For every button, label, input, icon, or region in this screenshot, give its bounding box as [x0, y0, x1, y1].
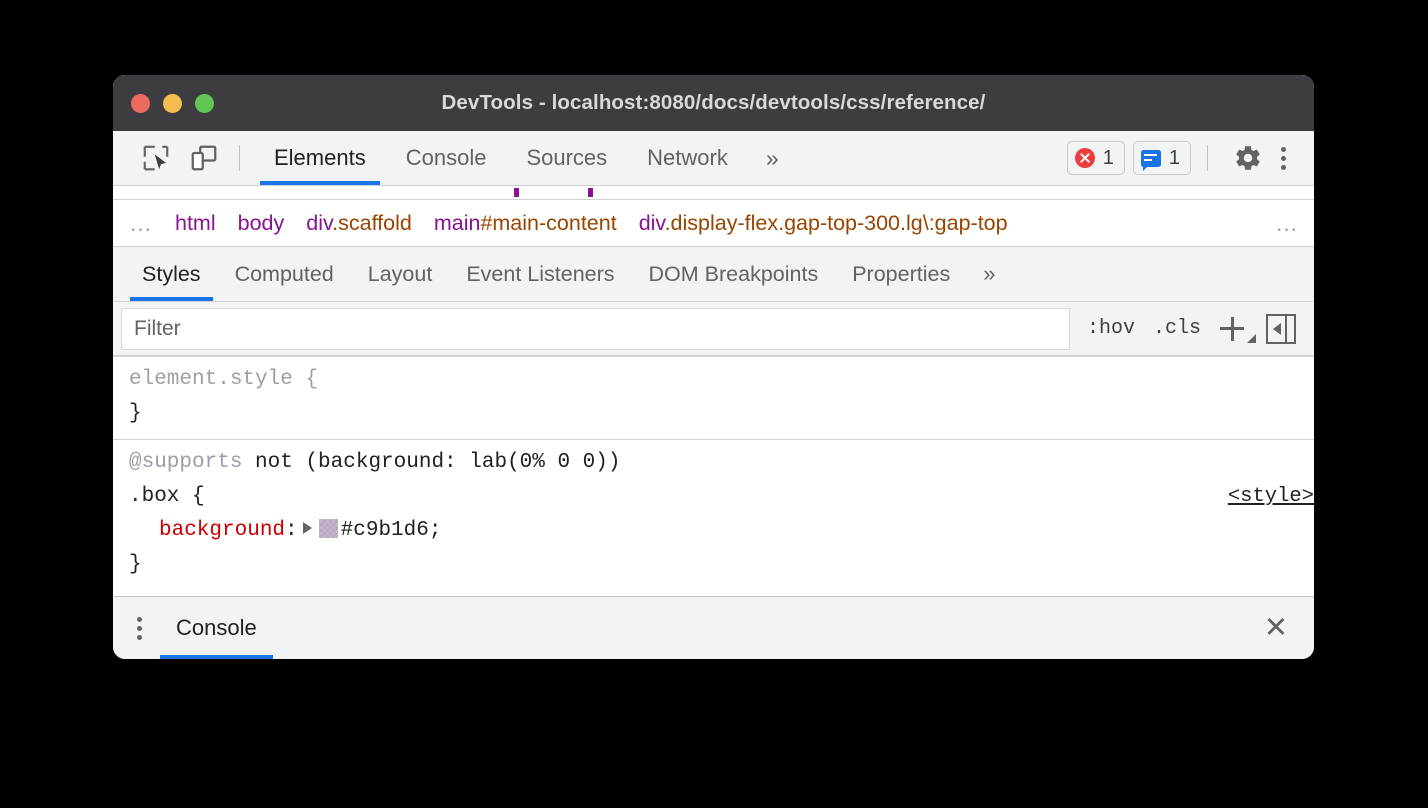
tab-console[interactable]: Console — [386, 131, 507, 185]
breadcrumb: … html body div.scaffold main#main-conte… — [113, 200, 1314, 247]
rule-closing-brace: } — [129, 397, 1314, 431]
zoom-window-button[interactable] — [195, 94, 214, 113]
toggle-class-button[interactable]: .cls — [1144, 311, 1210, 346]
declaration-property-name[interactable]: background — [159, 519, 285, 542]
css-rule-element-style[interactable]: element.style { } — [113, 356, 1314, 440]
tab-sources[interactable]: Sources — [506, 131, 627, 185]
tab-computed[interactable]: Computed — [218, 247, 351, 301]
error-count: 1 — [1103, 147, 1114, 170]
filter-input[interactable]: Filter — [121, 308, 1070, 350]
error-circle-icon — [1075, 148, 1095, 168]
at-supports-line: @supports not (background: lab(0% 0 0)) — [129, 446, 1314, 480]
toolbar-divider-2 — [1207, 145, 1208, 171]
close-window-button[interactable] — [131, 94, 150, 113]
toolbar-right-group: 1 1 — [1059, 139, 1314, 178]
breadcrumb-item-main-content[interactable]: main#main-content — [423, 211, 628, 236]
breadcrumb-overflow-right[interactable]: … — [1261, 210, 1314, 237]
tab-network[interactable]: Network — [627, 131, 748, 185]
styles-pane: element.style { } @supports not (backgro… — [113, 356, 1314, 584]
new-style-rule-button[interactable] — [1210, 313, 1260, 345]
rule-selector[interactable]: element.style { — [129, 363, 1314, 397]
rule-selector[interactable]: .box { — [129, 480, 1314, 514]
expand-value-triangle-icon[interactable] — [303, 522, 312, 534]
declaration-value[interactable]: #c9b1d6; — [341, 519, 442, 542]
screen-background: DevTools - localhost:8080/docs/devtools/… — [0, 0, 1428, 808]
dom-tree-clipped[interactable] — [113, 186, 1314, 200]
breadcrumb-overflow-left[interactable]: … — [113, 210, 164, 237]
breadcrumb-item-div-scaffold[interactable]: div.scaffold — [295, 211, 423, 236]
close-icon[interactable]: ✕ — [1238, 614, 1314, 643]
toggle-hover-state-button[interactable]: :hov — [1078, 311, 1144, 346]
inspect-cursor-icon[interactable] — [135, 139, 177, 177]
declaration-colon: : — [285, 519, 298, 542]
drawer-tab-console[interactable]: Console — [156, 597, 277, 659]
styles-sidebar-tabs: Styles Computed Layout Event Listeners D… — [113, 247, 1314, 302]
tab-event-listeners[interactable]: Event Listeners — [449, 247, 631, 301]
styles-filter-bar: Filter :hov .cls — [113, 302, 1314, 356]
tab-layout[interactable]: Layout — [351, 247, 450, 301]
more-sidebar-tabs-icon[interactable]: » — [967, 261, 1011, 287]
breadcrumb-item-div-display-flex[interactable]: div.display-flex.gap-top-300.lg\:gap-top — [628, 211, 1019, 236]
dropdown-triangle-icon — [1247, 334, 1256, 343]
error-count-badge[interactable]: 1 — [1067, 141, 1125, 175]
sidebar-toggle-icon[interactable] — [1266, 314, 1296, 344]
panel-tabs: Elements Console Sources Network » — [254, 131, 797, 185]
breadcrumb-item-html[interactable]: html — [164, 211, 227, 236]
at-rule-condition: not (background: lab(0% 0 0)) — [242, 451, 620, 474]
window-titlebar: DevTools - localhost:8080/docs/devtools/… — [113, 75, 1314, 131]
window-title: DevTools - localhost:8080/docs/devtools/… — [113, 91, 1314, 115]
kebab-menu-icon[interactable] — [1269, 139, 1298, 178]
tab-properties[interactable]: Properties — [835, 247, 967, 301]
console-drawer: Console ✕ — [113, 596, 1314, 659]
css-declaration-background[interactable]: background: #c9b1d6; — [129, 514, 1314, 548]
tab-dom-breakpoints[interactable]: DOM Breakpoints — [632, 247, 836, 301]
tab-styles[interactable]: Styles — [125, 247, 218, 301]
style-source-link[interactable]: <style> — [1228, 480, 1314, 513]
traffic-lights — [131, 94, 214, 113]
message-count-badge[interactable]: 1 — [1133, 141, 1191, 175]
plus-icon — [1220, 317, 1244, 341]
message-bubble-icon — [1141, 150, 1161, 167]
devtools-toolbar: Elements Console Sources Network » 1 1 — [113, 131, 1314, 186]
toolbar-divider — [239, 145, 240, 171]
tab-elements[interactable]: Elements — [254, 131, 386, 185]
drawer-kebab-menu-icon[interactable] — [113, 607, 156, 650]
devtools-window: DevTools - localhost:8080/docs/devtools/… — [113, 75, 1314, 659]
dom-fragment — [514, 188, 519, 197]
at-rule-keyword: @supports — [129, 451, 242, 474]
breadcrumb-item-body[interactable]: body — [227, 211, 296, 236]
gear-icon[interactable] — [1227, 139, 1269, 177]
rule-closing-brace: } — [129, 548, 1314, 582]
css-rule-box[interactable]: @supports not (background: lab(0% 0 0)) … — [113, 440, 1314, 584]
color-swatch[interactable] — [319, 519, 338, 538]
more-tabs-icon[interactable]: » — [748, 145, 797, 172]
dom-fragment — [588, 188, 593, 197]
message-count: 1 — [1169, 147, 1180, 170]
device-toggle-icon[interactable] — [183, 139, 225, 177]
minimize-window-button[interactable] — [163, 94, 182, 113]
